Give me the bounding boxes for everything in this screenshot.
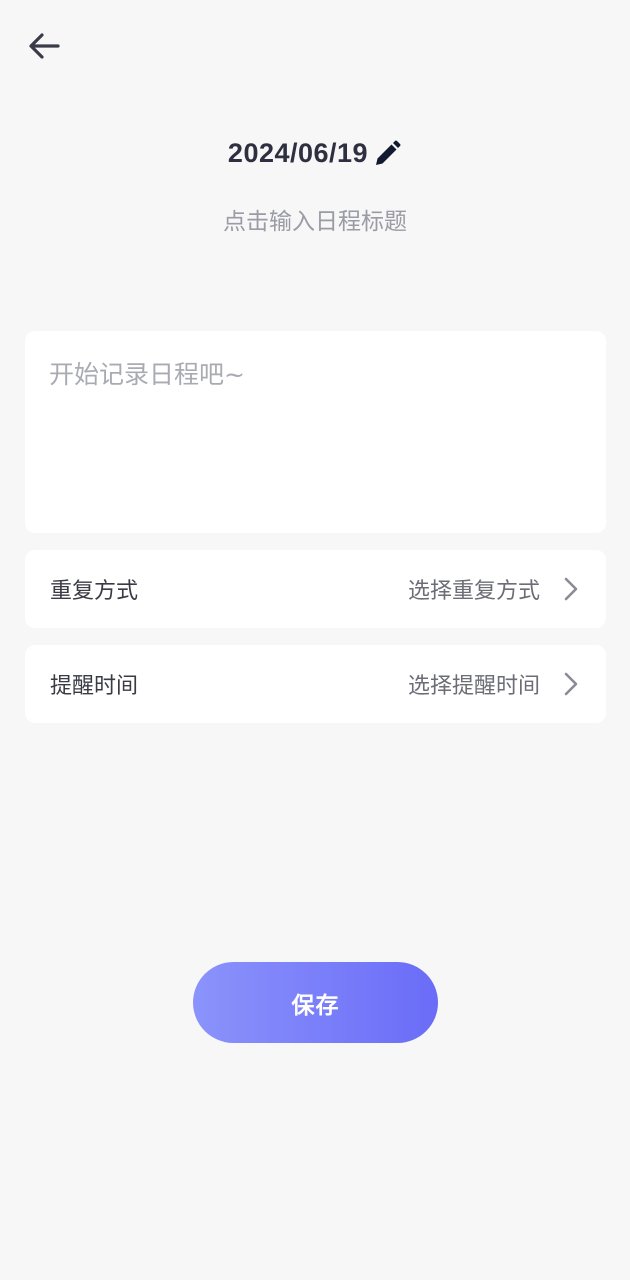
arrow-left-icon [29,33,60,59]
reminder-time-value: 选择提醒时间 [407,674,540,699]
save-button[interactable]: 保存 [193,962,438,1043]
back-button[interactable] [22,24,66,68]
repeat-mode-label: 重复方式 [50,579,139,604]
repeat-mode-value: 选择重复方式 [407,579,540,604]
reminder-time-row[interactable]: 提醒时间 选择提醒时间 [25,645,606,723]
repeat-mode-row[interactable]: 重复方式 选择重复方式 [25,550,606,628]
schedule-date: 2024/06/19 [227,138,369,168]
chevron-right-icon [562,575,580,603]
reminder-time-label: 提醒时间 [50,674,139,699]
schedule-edit-page: 2024/06/19 点击输入日程标题 重复方式 选择重复方式 提醒时间 选择提… [0,0,630,1280]
notes-textarea[interactable] [25,331,606,533]
chevron-right-icon [562,670,580,698]
edit-date-button[interactable] [372,139,402,169]
title-row: 2024/06/19 [0,138,630,169]
pencil-icon [376,140,401,165]
schedule-title-input[interactable]: 点击输入日程标题 [0,202,630,236]
notes-card [25,331,606,533]
